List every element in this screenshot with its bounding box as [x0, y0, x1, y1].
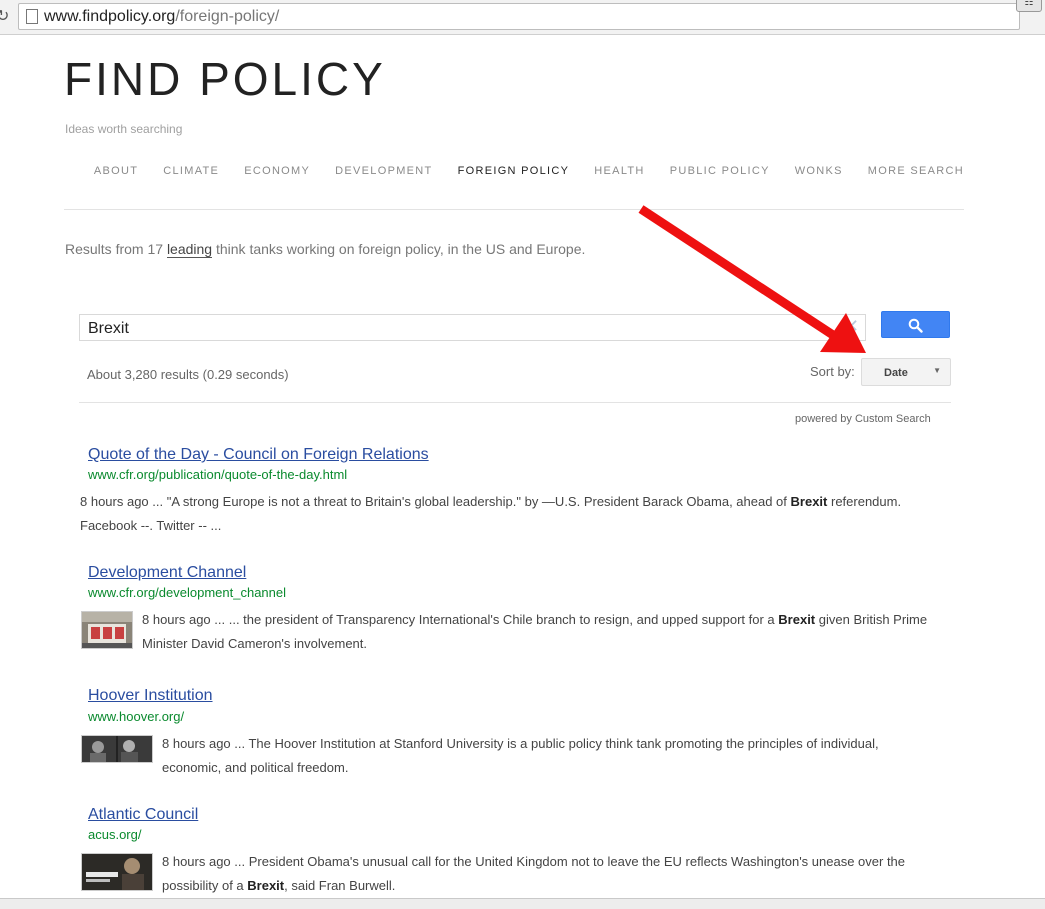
- snippet-time: 8 hours ago: [142, 612, 211, 627]
- snippet-keyword: Brexit: [247, 878, 285, 893]
- header-divider: [64, 209, 964, 210]
- nav-foreign-policy[interactable]: FOREIGN POLICY: [458, 165, 570, 177]
- nav-climate[interactable]: CLIMATE: [163, 165, 219, 177]
- snippet-text: ... ... the president of Transparency In…: [210, 612, 779, 627]
- search-box: ✕: [79, 314, 866, 341]
- nav-public-policy[interactable]: PUBLIC POLICY: [670, 165, 770, 177]
- site-tagline: Ideas worth searching: [65, 122, 183, 136]
- result-snippet: 8 hours ago ... President Obama's unusua…: [162, 850, 922, 898]
- sort-dropdown[interactable]: Date ▼: [861, 358, 951, 386]
- nav-wonks[interactable]: WONKS: [795, 165, 843, 177]
- site-title[interactable]: FIND POLICY: [64, 52, 386, 106]
- snippet-time: 8 hours ago: [162, 736, 231, 751]
- intro-before: Results from 17: [65, 241, 167, 257]
- results-count: About 3,280 results (0.29 seconds): [87, 367, 289, 382]
- snippet-time: 8 hours ago: [162, 854, 231, 869]
- result-snippet: 8 hours ago ... "A strong Europe is not …: [80, 490, 925, 538]
- intro-after: think tanks working on foreign policy, i…: [212, 241, 586, 257]
- browser-toolbar: ↻ www.findpolicy.org/foreign-policy/ ☷: [0, 0, 1045, 35]
- main-nav: ABOUT CLIMATE ECONOMY DEVELOPMENT FOREIG…: [94, 165, 964, 177]
- nav-economy[interactable]: ECONOMY: [244, 165, 310, 177]
- powered-by: powered by Custom Search: [795, 413, 931, 425]
- snippet-keyword: Brexit: [790, 494, 828, 509]
- snippet-text: ... "A strong Europe is not a threat to …: [148, 494, 791, 509]
- url-host: www.findpolicy.org: [44, 8, 176, 25]
- clear-icon[interactable]: ✕: [844, 316, 859, 337]
- results-divider: [79, 402, 951, 403]
- nav-health[interactable]: HEALTH: [594, 165, 644, 177]
- nav-development[interactable]: DEVELOPMENT: [335, 165, 432, 177]
- snippet-text-end: , said Fran Burwell.: [284, 878, 396, 893]
- result-url: www.hoover.org/: [88, 709, 185, 724]
- sort-value: Date: [884, 367, 908, 379]
- leading-link[interactable]: leading: [166, 241, 213, 258]
- result-title[interactable]: Development Channel: [88, 564, 246, 582]
- search-input[interactable]: [86, 318, 830, 340]
- result-title[interactable]: Hoover Institution: [88, 687, 213, 705]
- result-thumbnail[interactable]: [81, 611, 133, 649]
- url-path: /foreign-policy/: [175, 8, 280, 25]
- result-snippet: 8 hours ago ... ... the president of Tra…: [142, 608, 942, 656]
- result-url: www.cfr.org/publication/quote-of-the-day…: [88, 467, 348, 482]
- powered-by-label: powered by: [795, 413, 852, 425]
- reload-icon[interactable]: ↻: [0, 6, 9, 26]
- address-bar[interactable]: www.findpolicy.org/foreign-policy/: [18, 3, 1020, 30]
- nav-more-search[interactable]: MORE SEARCH: [868, 165, 964, 177]
- snippet-text: ... The Hoover Institution at Stanford U…: [162, 736, 879, 775]
- result-thumbnail[interactable]: [81, 735, 153, 763]
- result-title[interactable]: Atlantic Council: [88, 806, 198, 824]
- sort-label: Sort by:: [810, 364, 855, 379]
- intro-text: Results from 17 leading think tanks work…: [65, 241, 586, 258]
- search-button[interactable]: [881, 311, 950, 338]
- snippet-time: 8 hours ago: [80, 494, 149, 509]
- page-icon: [26, 9, 38, 24]
- result-url: www.cfr.org/development_channel: [88, 585, 287, 600]
- result-url: acus.org/: [88, 827, 142, 842]
- powered-by-name[interactable]: Custom Search: [855, 413, 931, 425]
- chevron-down-icon: ▼: [933, 366, 941, 375]
- snippet-keyword: Brexit: [778, 612, 816, 627]
- nav-about[interactable]: ABOUT: [94, 165, 138, 177]
- extension-icon[interactable]: ☷: [1016, 0, 1042, 12]
- status-bar: [0, 898, 1045, 909]
- result-snippet: 8 hours ago ... The Hoover Institution a…: [162, 732, 922, 780]
- search-icon: [908, 318, 923, 333]
- result-title[interactable]: Quote of the Day - Council on Foreign Re…: [88, 446, 429, 464]
- url-text[interactable]: www.findpolicy.org/foreign-policy/: [44, 8, 279, 26]
- result-thumbnail[interactable]: [81, 853, 153, 891]
